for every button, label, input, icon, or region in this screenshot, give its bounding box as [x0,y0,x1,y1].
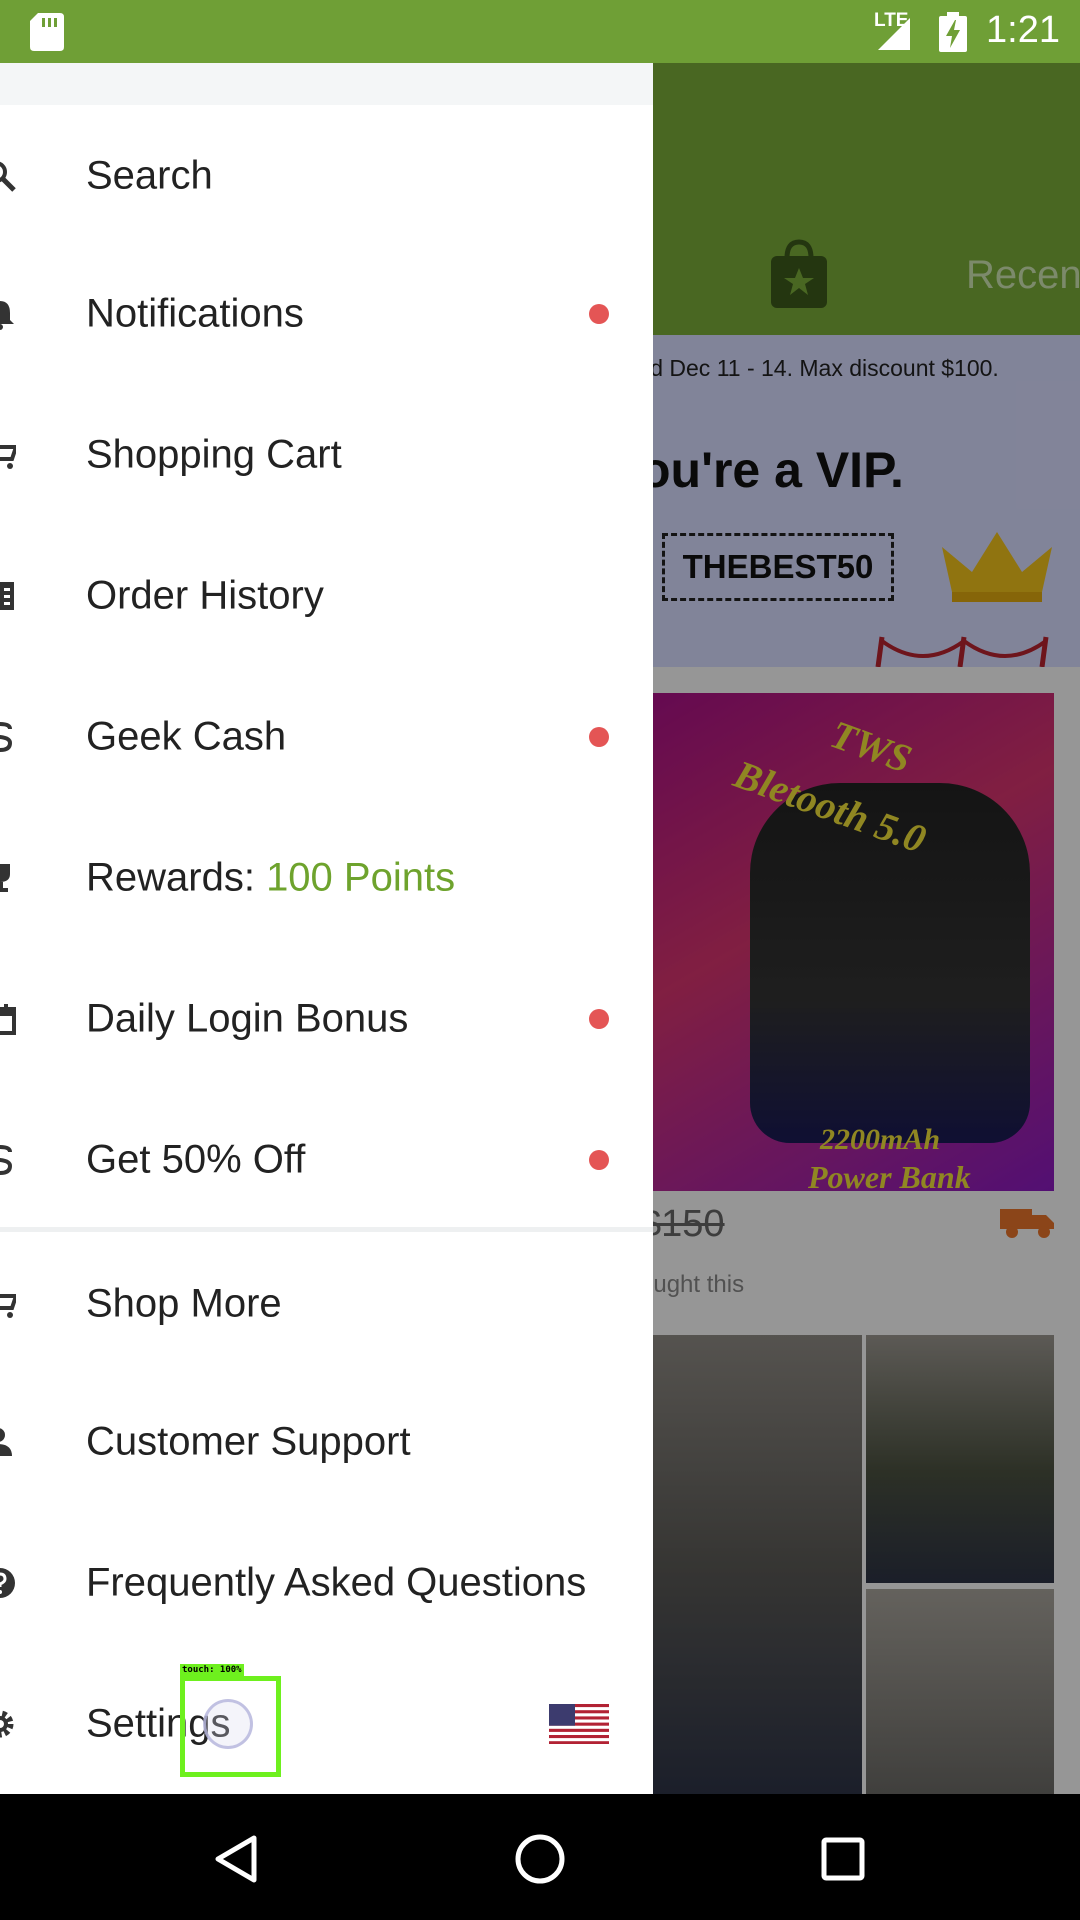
us-flag-icon[interactable] [549,1704,609,1744]
menu-item-shop-more[interactable]: Shop More [0,1234,653,1374]
search-icon [0,161,16,192]
clock: 1:21 [986,9,1060,51]
home-icon[interactable] [514,1833,566,1885]
back-icon[interactable] [214,1835,258,1883]
notification-dot [589,727,609,747]
dollar-icon [0,1144,13,1176]
menu-item-shopping-cart[interactable]: Shopping Cart [0,385,653,525]
notification-dot [589,1009,609,1029]
sd-card-icon [30,13,64,51]
menu-item-label: Get 50% Off [86,1137,306,1182]
menu-item-label: Daily Login Bonus [86,996,409,1041]
battery-charging-icon [939,12,967,52]
rewards-points: 100 Points [266,855,456,900]
bell-icon [0,301,14,330]
menu-item-get-50-off[interactable]: Get 50% Off [0,1090,653,1230]
menu-item-order-history[interactable]: Order History [0,526,653,666]
notification-dot [589,1150,609,1170]
touch-indicator-label: touch: 100% [180,1664,244,1676]
menu-item-label: Frequently Asked Questions [86,1560,587,1605]
navigation-drawer: Search Notifications Shopping Cart Order… [0,63,653,1794]
menu-item-customer-support[interactable]: Customer Support [0,1372,653,1512]
support-agent-icon [0,1428,12,1456]
calendar-icon [0,1004,16,1035]
menu-item-geek-cash[interactable]: Geek Cash [0,667,653,807]
gear-icon [0,1710,14,1738]
touch-point [203,1699,253,1749]
signal-icon [878,18,910,50]
menu-item-notifications[interactable]: Notifications [0,244,653,384]
menu-item-label: Geek Cash [86,714,287,759]
status-bar: LTE 1:21 [0,0,1080,63]
menu-item-label: Rewards: 100 Points [86,856,455,901]
menu-item-label: Notifications [86,291,304,336]
menu-item-label: Customer Support [86,1419,411,1464]
menu-item-label: Search [86,153,213,198]
menu-item-daily-login-bonus[interactable]: Daily Login Bonus [0,949,653,1089]
menu-item-label: Order History [86,573,324,618]
recents-icon[interactable] [821,1837,865,1881]
help-icon [0,1568,15,1598]
menu-item-search[interactable]: Search [0,106,653,246]
menu-divider [0,1227,653,1232]
menu-item-faq[interactable]: Frequently Asked Questions [0,1513,653,1653]
menu-item-rewards[interactable]: Rewards: 100 Points [0,808,653,948]
notification-dot [589,304,609,324]
cart-plus-icon [0,1294,16,1318]
drawer-header-strip [0,63,653,105]
rewards-label: Rewards: [86,855,267,900]
dollar-icon [0,721,13,753]
cart-icon [0,445,16,469]
system-nav-bar [0,1794,1080,1920]
receipt-icon [0,582,14,610]
menu-item-label: Shop More [86,1281,282,1326]
menu-item-label: Shopping Cart [86,432,342,477]
trophy-icon [0,864,10,892]
